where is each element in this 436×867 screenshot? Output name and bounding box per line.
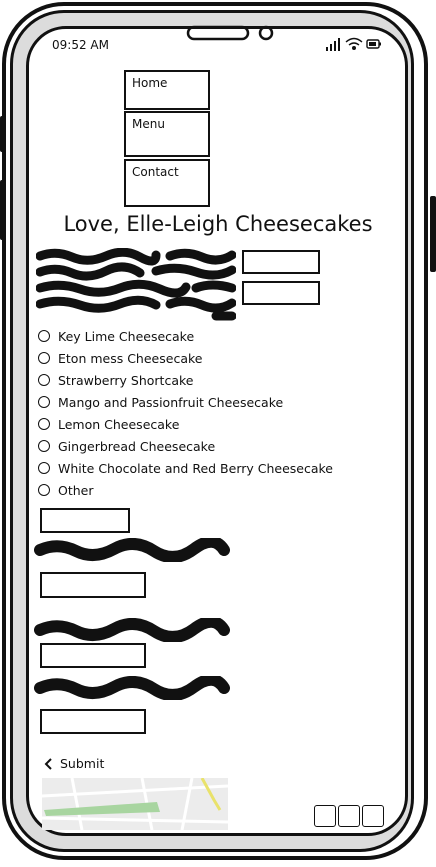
redacted-label <box>34 538 230 562</box>
battery-icon <box>366 39 381 49</box>
map-thumbnail[interactable] <box>42 778 228 830</box>
wifi-icon <box>345 37 363 50</box>
flavor-option-label: Other <box>58 482 94 498</box>
flavor-option[interactable]: Other <box>38 481 94 499</box>
flavor-option[interactable]: Key Lime Cheesecake <box>38 327 194 345</box>
flavor-option[interactable]: Gingerbread Cheesecake <box>38 437 215 455</box>
radio-icon <box>38 462 50 474</box>
nav-home-button[interactable]: Home <box>124 70 210 110</box>
flavor-option[interactable]: Mango and Passionfruit Cheesecake <box>38 393 283 411</box>
flavor-option[interactable]: Strawberry Shortcake <box>38 371 193 389</box>
radio-icon <box>38 330 50 342</box>
signal-icon <box>326 38 340 51</box>
radio-icon <box>38 440 50 452</box>
redacted-label <box>34 618 230 642</box>
flavor-option-label: Strawberry Shortcake <box>58 372 194 388</box>
volume-up-button <box>0 116 6 152</box>
flavor-option-label: Lemon Cheesecake <box>58 416 180 432</box>
radio-icon <box>38 396 50 408</box>
page-title: Love, Elle-Leigh Cheesecakes <box>63 212 373 236</box>
submit-button[interactable]: Submit <box>44 756 104 771</box>
flavor-option-label: Eton mess Cheesecake <box>58 350 203 366</box>
other-text-field[interactable] <box>40 508 130 533</box>
radio-icon <box>38 418 50 430</box>
text-field-1[interactable] <box>242 250 320 274</box>
flavor-option-label: Mango and Passionfruit Cheesecake <box>58 394 284 410</box>
nav-contact-button[interactable]: Contact <box>124 159 210 207</box>
radio-icon <box>38 484 50 496</box>
bottom-square-icon[interactable] <box>338 805 360 827</box>
flavor-option[interactable]: Lemon Cheesecake <box>38 415 179 433</box>
nav-menu-label: Menu <box>132 117 165 131</box>
speaker-camera-notch <box>186 25 274 41</box>
submit-label: Submit <box>60 756 105 771</box>
flavor-option[interactable]: Eton mess Cheesecake <box>38 349 202 367</box>
bottom-square-icon[interactable] <box>362 805 384 827</box>
form-field-3[interactable] <box>40 709 146 734</box>
text-field-2[interactable] <box>242 281 320 305</box>
nav-contact-label: Contact <box>132 165 179 179</box>
radio-icon <box>38 374 50 386</box>
status-time: 09:52 AM <box>52 38 109 52</box>
form-field-2[interactable] <box>40 643 146 668</box>
flavor-option-label: Key Lime Cheesecake <box>58 328 195 344</box>
bottom-square-icon[interactable] <box>314 805 336 827</box>
form-field-1[interactable] <box>40 572 146 598</box>
flavor-option[interactable]: White Chocolate and Red Berry Cheesecake <box>38 459 333 477</box>
redacted-text-block <box>36 248 236 321</box>
nav-home-label: Home <box>132 76 168 90</box>
status-icons <box>326 37 381 51</box>
flavor-option-label: Gingerbread Cheesecake <box>58 438 216 454</box>
chevron-left-icon <box>44 757 52 770</box>
flavor-option-label: White Chocolate and Red Berry Cheesecake <box>58 460 333 476</box>
nav-menu-button[interactable]: Menu <box>124 111 210 157</box>
radio-icon <box>38 352 50 364</box>
redacted-label <box>34 676 230 700</box>
